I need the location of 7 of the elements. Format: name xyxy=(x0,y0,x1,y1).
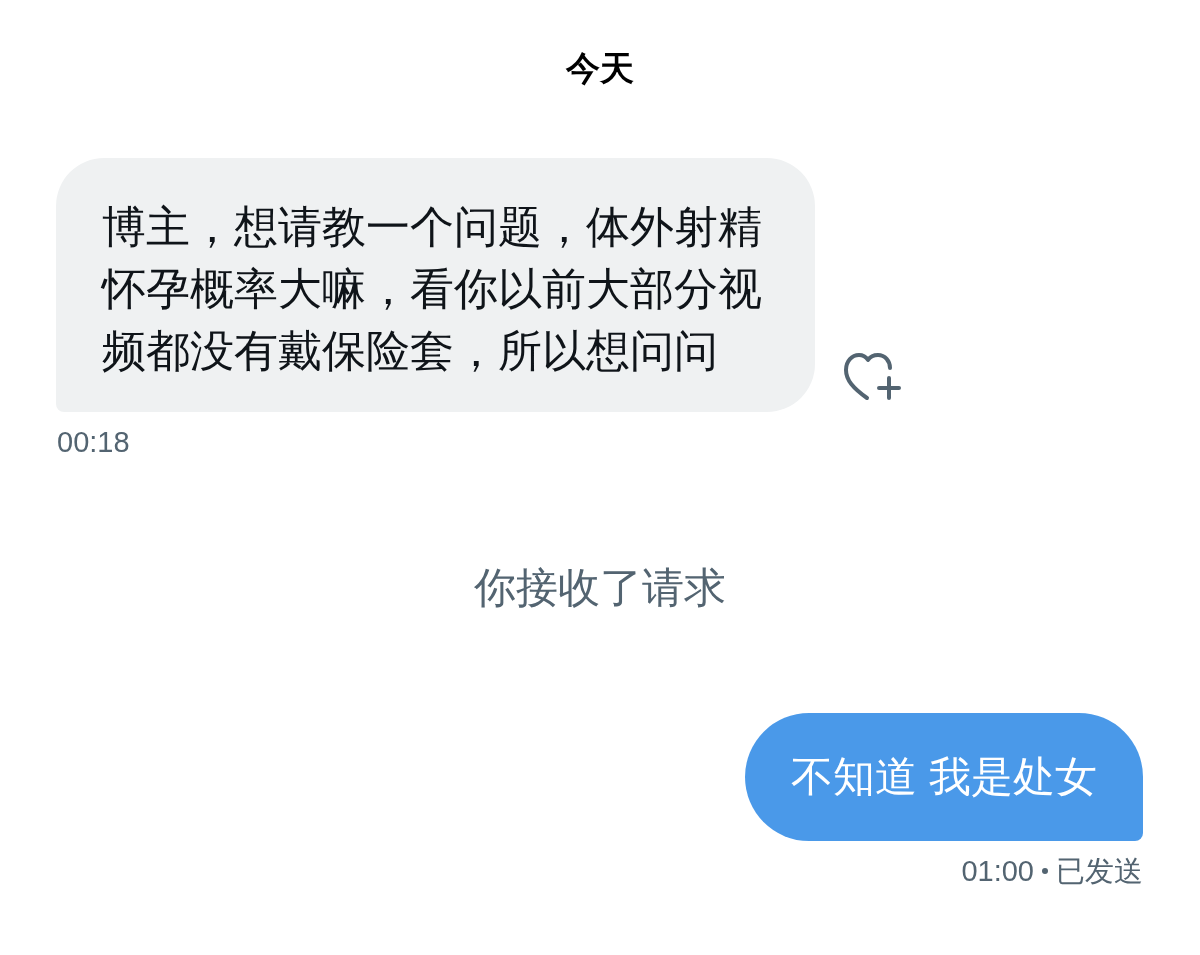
message-time: 00:18 xyxy=(57,425,131,460)
message-bubble: 不知道 我是处女 xyxy=(745,713,1143,841)
delivery-status: 已发送 xyxy=(1056,854,1143,889)
message-bubble: 博主，想请教一个问题，体外射精怀孕概率大嘛，看你以前大部分视频都没有戴保险套，所以想问问 xyxy=(56,158,815,412)
system-notice: 你接收了请求 xyxy=(474,563,726,613)
date-header: 今天 xyxy=(566,48,634,89)
message-time: 01:00 xyxy=(961,854,1034,889)
